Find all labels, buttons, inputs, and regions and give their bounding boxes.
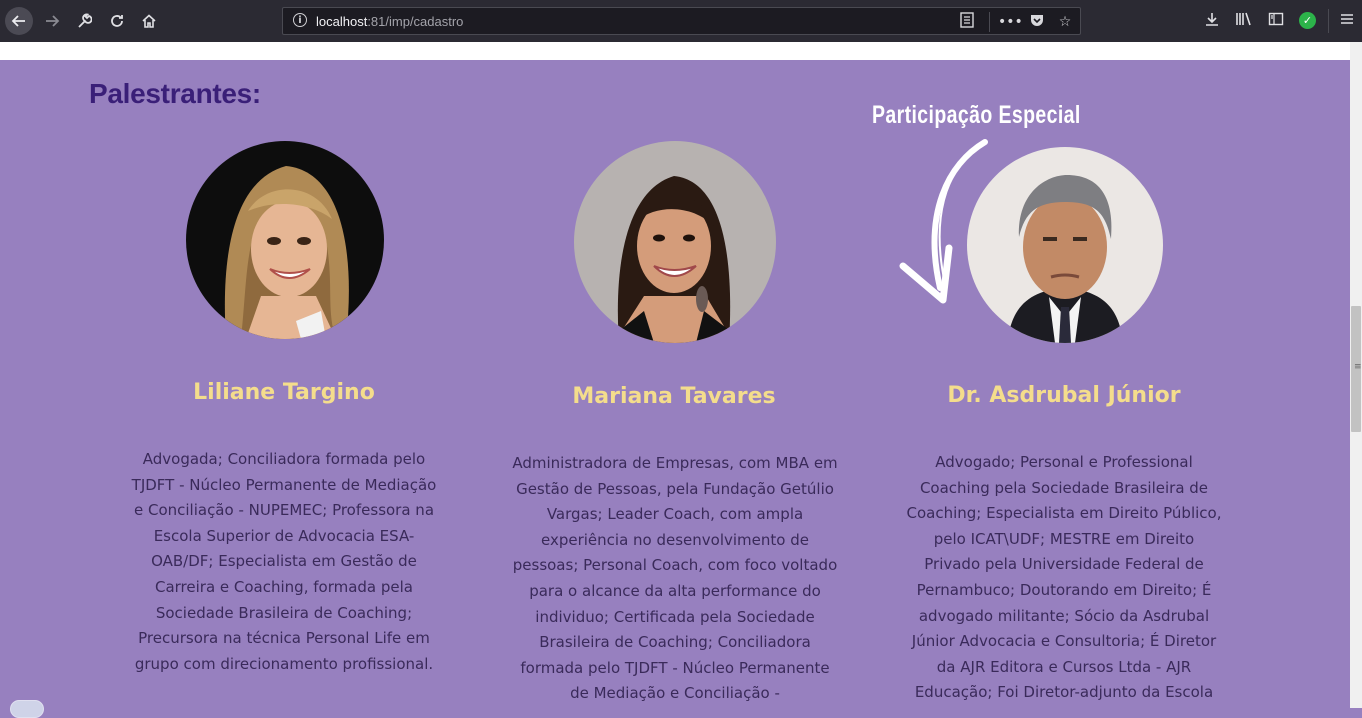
special-participation-label: Participação Especial xyxy=(872,101,1081,129)
divider xyxy=(1328,9,1329,33)
pocket-icon[interactable] xyxy=(1027,12,1047,32)
library-icon[interactable] xyxy=(1234,11,1254,31)
speaker-name: Liliane Targino xyxy=(193,380,375,405)
hamburger-menu-icon[interactable] xyxy=(1337,11,1357,31)
divider xyxy=(989,12,990,32)
speaker-photo-asdrubal xyxy=(967,147,1163,343)
more-icon[interactable]: ••• xyxy=(998,12,1023,32)
speaker-photo-liliane xyxy=(186,141,384,339)
home-icon[interactable] xyxy=(135,7,163,35)
page-header-strip xyxy=(0,42,1350,60)
sidebar-icon[interactable] xyxy=(1266,11,1286,31)
back-arrow-icon[interactable] xyxy=(5,7,33,35)
browser-toolbar: i localhost:81/imp/cadastro ••• ☆ ✓ xyxy=(0,0,1362,42)
speaker-name: Dr. Asdrubal Júnior xyxy=(947,383,1181,408)
speaker-name: Mariana Tavares xyxy=(572,384,776,409)
star-icon[interactable]: ☆ xyxy=(1055,12,1075,32)
download-icon[interactable] xyxy=(1202,11,1222,31)
speaker-bio: Advogada; Conciliadora formada pelo TJDF… xyxy=(131,450,437,673)
reload-icon[interactable] xyxy=(103,7,131,35)
check-badge-icon[interactable]: ✓ xyxy=(1299,12,1316,29)
address-bar[interactable]: i localhost:81/imp/cadastro ••• ☆ xyxy=(282,7,1081,35)
floating-widget[interactable] xyxy=(10,700,44,718)
reader-view-icon[interactable] xyxy=(957,12,977,32)
wrench-icon[interactable] xyxy=(70,7,98,35)
url-text[interactable]: localhost:81/imp/cadastro xyxy=(316,14,463,29)
speaker-bio: Administradora de Empresas, com MBA em G… xyxy=(512,454,838,703)
scrollbar-thumb[interactable]: ≡ xyxy=(1351,306,1362,432)
section-title: Palestrantes: xyxy=(89,78,261,109)
speaker-bio: Advogado; Personal e Professional Coachi… xyxy=(906,453,1222,702)
speaker-photo-mariana xyxy=(574,141,776,343)
forward-arrow-icon[interactable] xyxy=(38,7,66,35)
info-icon[interactable]: i xyxy=(293,13,307,27)
